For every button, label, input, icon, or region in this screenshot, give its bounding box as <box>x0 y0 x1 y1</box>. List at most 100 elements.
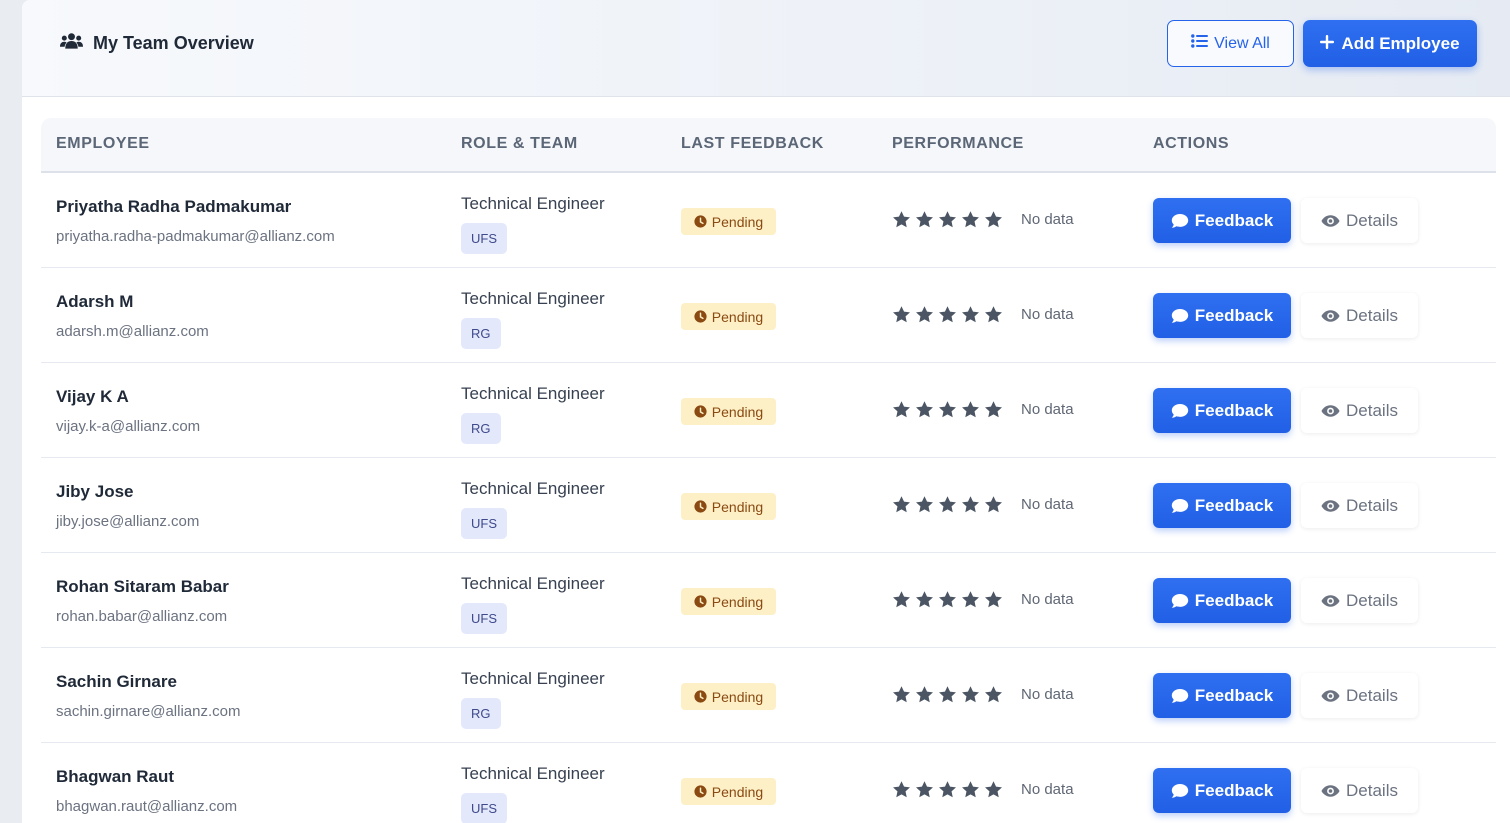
feedback-button[interactable]: Feedback <box>1153 198 1291 243</box>
rating-stars <box>892 685 1003 709</box>
details-button[interactable]: Details <box>1301 293 1418 338</box>
comment-icon <box>1171 308 1189 324</box>
details-label: Details <box>1346 305 1398 325</box>
table-row: Jiby Jose jiby.jose@allianz.com Technical … <box>41 458 1496 553</box>
clock-icon <box>694 595 707 608</box>
clock-icon <box>694 215 707 228</box>
status-label: Pending <box>711 308 764 325</box>
employee-role: Technical Engineer <box>461 384 605 403</box>
clock-icon <box>694 690 707 703</box>
details-label: Details <box>1346 780 1398 800</box>
eye-icon <box>1321 594 1340 608</box>
comment-icon <box>1171 498 1189 514</box>
details-button[interactable]: Details <box>1301 198 1418 243</box>
employee-email: adarsh.m@allianz.com <box>56 323 209 340</box>
details-label: Details <box>1346 590 1398 610</box>
details-label: Details <box>1346 400 1398 420</box>
star-icon <box>915 780 934 804</box>
eye-icon <box>1321 404 1340 418</box>
view-all-button[interactable]: View All <box>1167 20 1294 67</box>
employee-email: sachin.girnare@allianz.com <box>56 703 241 720</box>
star-icon <box>984 685 1003 709</box>
star-icon <box>892 305 911 329</box>
employee-email: jiby.jose@allianz.com <box>56 513 200 530</box>
status-badge: Pending <box>681 303 776 330</box>
star-icon <box>984 495 1003 519</box>
team-badge: RG <box>461 698 501 729</box>
eye-icon <box>1321 499 1340 513</box>
comment-icon <box>1171 688 1189 704</box>
employee-name: Rohan Sitaram Babar <box>56 577 229 596</box>
view-all-label: View All <box>1214 34 1270 52</box>
plus-icon <box>1320 34 1335 54</box>
star-icon <box>961 400 980 424</box>
clock-icon <box>694 785 707 798</box>
table-row: Rohan Sitaram Babar rohan.babar@allianz.c… <box>41 553 1496 648</box>
eye-icon <box>1321 214 1340 228</box>
star-icon <box>984 400 1003 424</box>
star-icon <box>961 495 980 519</box>
comment-icon <box>1171 593 1189 609</box>
status-label: Pending <box>711 213 764 230</box>
star-icon <box>938 495 957 519</box>
star-icon <box>915 400 934 424</box>
details-button[interactable]: Details <box>1301 673 1418 718</box>
rating-stars <box>892 400 1003 424</box>
status-label: Pending <box>711 498 764 515</box>
add-employee-label: Add Employee <box>1341 33 1460 53</box>
page-title: My Team Overview <box>60 30 254 56</box>
employee-role: Technical Engineer <box>461 194 605 213</box>
status-badge: Pending <box>681 588 776 615</box>
feedback-label: Feedback <box>1194 305 1274 325</box>
rating-stars <box>892 495 1003 519</box>
details-button[interactable]: Details <box>1301 388 1418 433</box>
column-header-actions: ACTIONS <box>1153 135 1230 152</box>
details-button[interactable]: Details <box>1301 578 1418 623</box>
feedback-button[interactable]: Feedback <box>1153 768 1291 813</box>
employee-name: Sachin Girnare <box>56 672 177 691</box>
status-badge: Pending <box>681 398 776 425</box>
star-icon <box>961 210 980 234</box>
feedback-button[interactable]: Feedback <box>1153 578 1291 623</box>
table-row: Sachin Girnare sachin.girnare@allianz.com… <box>41 648 1496 743</box>
column-header-performance: PERFORMANCE <box>892 135 1024 152</box>
star-icon <box>892 495 911 519</box>
rating-stars <box>892 590 1003 614</box>
feedback-button[interactable]: Feedback <box>1153 388 1291 433</box>
details-button[interactable]: Details <box>1301 768 1418 813</box>
feedback-button[interactable]: Feedback <box>1153 673 1291 718</box>
team-badge: UFS <box>461 603 507 634</box>
rating-text: No data <box>1021 496 1074 513</box>
details-label: Details <box>1346 495 1398 515</box>
feedback-label: Feedback <box>1194 780 1274 800</box>
star-icon <box>892 780 911 804</box>
star-icon <box>961 305 980 329</box>
details-button[interactable]: Details <box>1301 483 1418 528</box>
status-badge: Pending <box>681 208 776 235</box>
rating-text: No data <box>1021 211 1074 228</box>
rating-stars <box>892 210 1003 234</box>
status-label: Pending <box>711 403 764 420</box>
team-badge: RG <box>461 413 501 444</box>
rating-text: No data <box>1021 591 1074 608</box>
feedback-button[interactable]: Feedback <box>1153 293 1291 338</box>
employee-name: Priyatha Radha Padmakumar <box>56 197 292 216</box>
team-badge: UFS <box>461 223 507 254</box>
employee-role: Technical Engineer <box>461 669 605 688</box>
star-icon <box>915 305 934 329</box>
star-icon <box>892 210 911 234</box>
table-body: Priyatha Radha Padmakumar priyatha.radha-… <box>41 173 1496 823</box>
clock-icon <box>694 310 707 323</box>
employee-email: bhagwan.raut@allianz.com <box>56 798 238 815</box>
eye-icon <box>1321 784 1340 798</box>
add-employee-button[interactable]: Add Employee <box>1303 20 1477 67</box>
star-icon <box>915 685 934 709</box>
column-header-last-feedback: LAST FEEDBACK <box>681 135 824 152</box>
star-icon <box>984 780 1003 804</box>
feedback-button[interactable]: Feedback <box>1153 483 1291 528</box>
team-badge: RG <box>461 318 501 349</box>
employee-email: rohan.babar@allianz.com <box>56 608 228 625</box>
star-icon <box>961 590 980 614</box>
star-icon <box>961 685 980 709</box>
status-badge: Pending <box>681 493 776 520</box>
